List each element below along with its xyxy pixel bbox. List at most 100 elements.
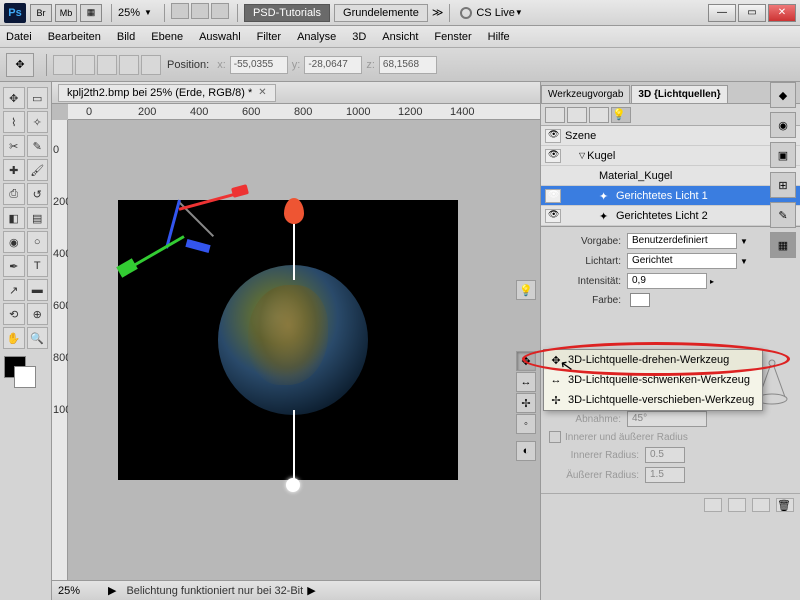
status-play-icon[interactable]: ▶ bbox=[108, 584, 116, 597]
type-tool[interactable]: T bbox=[27, 255, 49, 277]
3d-mode-icon-4[interactable] bbox=[119, 55, 139, 75]
scene-row[interactable]: ▽Kugel bbox=[541, 146, 800, 166]
light-point-tool[interactable]: ◦ bbox=[516, 414, 536, 434]
crop-tool[interactable]: ✂ bbox=[3, 135, 25, 157]
earth-sphere[interactable] bbox=[218, 265, 368, 415]
z-value[interactable]: 68,1568 bbox=[379, 56, 437, 74]
history-brush-tool[interactable]: ↺ bbox=[27, 183, 49, 205]
side-icon-4[interactable]: ⊞ bbox=[770, 172, 796, 198]
stamp-tool[interactable]: ⎙ bbox=[3, 183, 25, 205]
status-arrow-icon[interactable]: ▶ bbox=[307, 584, 315, 597]
3d-mode-icon-3[interactable] bbox=[97, 55, 117, 75]
document-tab[interactable]: kplj2th2.bmp bei 25% (Erde, RGB/8) * ✕ bbox=[58, 84, 276, 102]
menu-hilfe[interactable]: Hilfe bbox=[488, 31, 510, 43]
background-color[interactable] bbox=[14, 366, 36, 388]
light-marker-bottom[interactable] bbox=[286, 478, 300, 492]
color-swatches[interactable] bbox=[2, 356, 42, 396]
panel-tab-3d-lichtquellen[interactable]: 3D {Lichtquellen} bbox=[631, 85, 727, 103]
scene-row-selected[interactable]: ✦Gerichtetes Licht 1 bbox=[541, 186, 800, 206]
menu-filter[interactable]: Filter bbox=[257, 31, 281, 43]
light-move-tool[interactable]: ✢ bbox=[516, 393, 536, 413]
menu-analyse[interactable]: Analyse bbox=[297, 31, 336, 43]
3d-rotate-tool[interactable]: ⟲ bbox=[3, 303, 25, 325]
path-tool[interactable]: ↗ bbox=[3, 279, 25, 301]
scene-row[interactable]: Material_Kugel bbox=[541, 166, 800, 186]
light-rotate-tool[interactable]: ✥ bbox=[516, 351, 536, 371]
status-zoom[interactable]: 25% bbox=[58, 585, 108, 597]
y-value[interactable]: -28,0647 bbox=[304, 56, 362, 74]
eyedropper-tool[interactable]: ✎ bbox=[27, 135, 49, 157]
pen-tool[interactable]: ✒ bbox=[3, 255, 25, 277]
zoom-tool[interactable]: 🔍 bbox=[27, 327, 49, 349]
zoom-level[interactable]: 25% bbox=[118, 7, 140, 19]
menu-3d[interactable]: 3D bbox=[352, 31, 366, 43]
color-swatch[interactable] bbox=[630, 293, 650, 307]
visibility-icon[interactable] bbox=[545, 209, 561, 223]
minimize-button[interactable]: — bbox=[708, 4, 736, 22]
scene-row[interactable]: ✦Gerichtetes Licht 2 bbox=[541, 206, 800, 226]
flyout-item-rotate[interactable]: ✥3D-Lichtquelle-drehen-Werkzeug bbox=[544, 350, 762, 370]
footer-icon-2[interactable] bbox=[728, 498, 746, 512]
lasso-tool[interactable]: ⌇ bbox=[3, 111, 25, 133]
workspace-grundelemente[interactable]: Grundelemente bbox=[334, 4, 428, 22]
light-pan-tool[interactable]: ↔ bbox=[516, 372, 536, 392]
heal-tool[interactable]: ✚ bbox=[3, 159, 25, 181]
menu-bild[interactable]: Bild bbox=[117, 31, 135, 43]
filter-scene-icon[interactable] bbox=[545, 107, 565, 123]
eraser-tool[interactable]: ◧ bbox=[3, 207, 25, 229]
filter-mesh-icon[interactable] bbox=[567, 107, 587, 123]
side-icon-2[interactable]: ◉ bbox=[770, 112, 796, 138]
menu-auswahl[interactable]: Auswahl bbox=[199, 31, 241, 43]
close-tab-icon[interactable]: ✕ bbox=[258, 87, 266, 98]
side-icon-5[interactable]: ✎ bbox=[770, 202, 796, 228]
visibility-icon[interactable] bbox=[545, 149, 561, 163]
minibridge-button[interactable]: Mb bbox=[55, 4, 77, 22]
bridge-button[interactable]: Br bbox=[30, 4, 52, 22]
flyout-item-move[interactable]: ✢3D-Lichtquelle-verschieben-Werkzeug bbox=[544, 390, 762, 410]
menu-bearbeiten[interactable]: Bearbeiten bbox=[48, 31, 101, 43]
brush-tool[interactable]: 🖌 bbox=[27, 159, 49, 181]
x-value[interactable]: -55,0355 bbox=[230, 56, 288, 74]
shape-tool[interactable]: ▬ bbox=[27, 279, 49, 301]
current-tool-icon[interactable]: ✥ bbox=[6, 53, 34, 77]
menu-fenster[interactable]: Fenster bbox=[434, 31, 471, 43]
light-shadow-tool[interactable]: ◐ bbox=[516, 441, 536, 461]
delete-icon[interactable]: 🗑 bbox=[776, 498, 794, 512]
3d-gizmo[interactable] bbox=[118, 170, 238, 290]
visibility-icon[interactable] bbox=[545, 189, 561, 203]
view-icons[interactable] bbox=[171, 3, 231, 22]
menu-ansicht[interactable]: Ansicht bbox=[382, 31, 418, 43]
flyout-item-pan[interactable]: ↔3D-Lichtquelle-schwenken-Werkzeug bbox=[544, 370, 762, 390]
new-light-icon[interactable] bbox=[752, 498, 770, 512]
filter-material-icon[interactable] bbox=[589, 107, 609, 123]
blur-tool[interactable]: ◉ bbox=[3, 231, 25, 253]
gradient-tool[interactable]: ▤ bbox=[27, 207, 49, 229]
canvas[interactable] bbox=[68, 120, 540, 580]
side-icon-1[interactable]: ◆ bbox=[770, 82, 796, 108]
workspace-psdtutorials[interactable]: PSD-Tutorials bbox=[244, 4, 330, 22]
dodge-tool[interactable]: ○ bbox=[27, 231, 49, 253]
close-button[interactable]: ✕ bbox=[768, 4, 796, 22]
filter-light-icon[interactable]: 💡 bbox=[611, 107, 631, 123]
side-icon-6[interactable]: ▦ bbox=[770, 232, 796, 258]
light-tool-toggle[interactable]: 💡 bbox=[516, 280, 536, 300]
cslive-button[interactable]: CS Live ▼ bbox=[460, 7, 528, 19]
3d-mode-icon-1[interactable] bbox=[53, 55, 73, 75]
menu-datei[interactable]: Datei bbox=[6, 31, 32, 43]
menu-ebene[interactable]: Ebene bbox=[151, 31, 183, 43]
light-marker-selected[interactable] bbox=[284, 198, 304, 224]
hand-tool[interactable]: ✋ bbox=[3, 327, 25, 349]
footer-icon-1[interactable] bbox=[704, 498, 722, 512]
3d-orbit-tool[interactable]: ⊕ bbox=[27, 303, 49, 325]
arrange-button[interactable]: ▦ bbox=[80, 4, 102, 22]
workspace-more-icon[interactable]: ≫ bbox=[432, 6, 444, 19]
lighttype-dropdown[interactable]: Gerichtet bbox=[627, 253, 737, 269]
3d-mode-icon-2[interactable] bbox=[75, 55, 95, 75]
side-icon-3[interactable]: ▣ bbox=[770, 142, 796, 168]
zoom-dropdown-icon[interactable]: ▼ bbox=[144, 8, 152, 17]
panel-tab-werkzeugvorgaben[interactable]: Werkzeugvorgab bbox=[541, 85, 630, 103]
maximize-button[interactable]: ▭ bbox=[738, 4, 766, 22]
marquee-tool[interactable]: ▭ bbox=[27, 87, 49, 109]
visibility-icon[interactable] bbox=[545, 129, 561, 143]
3d-mode-icon-5[interactable] bbox=[141, 55, 161, 75]
